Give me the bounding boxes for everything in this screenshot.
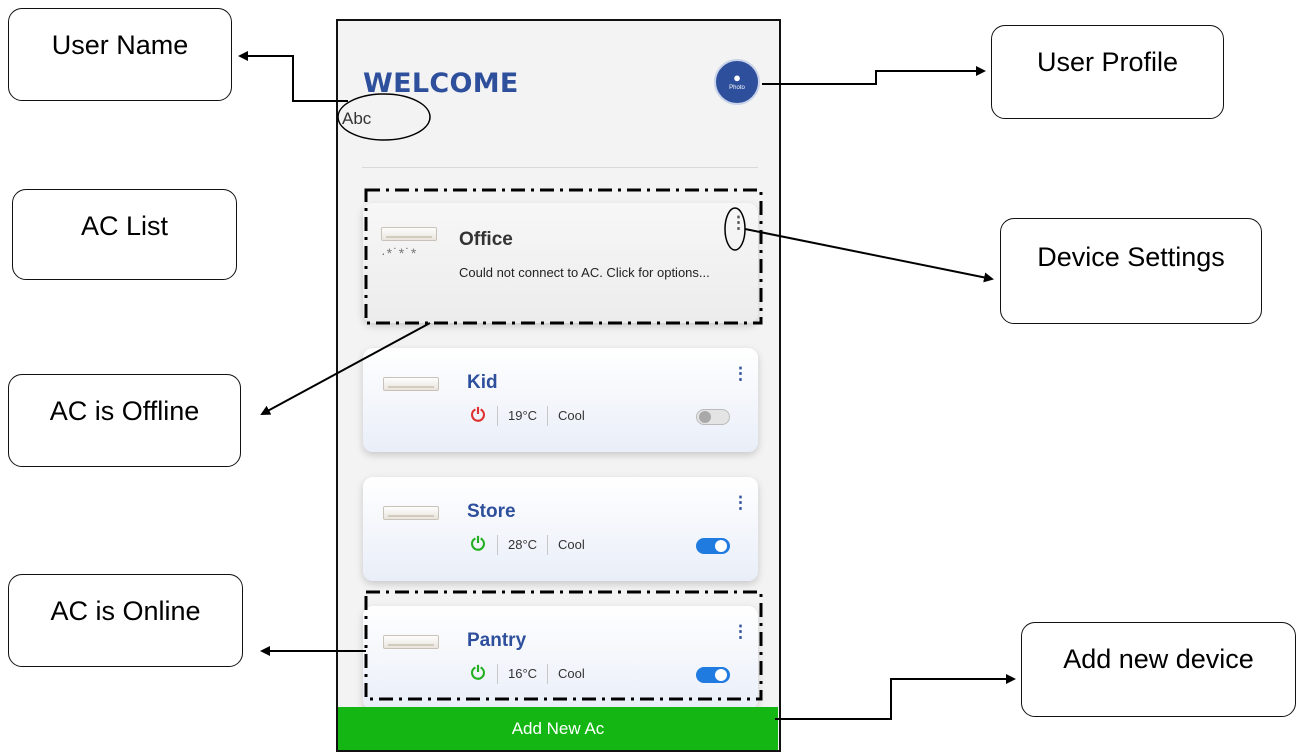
connector-ac-offline (260, 322, 431, 415)
annotation-overlay (238, 51, 1016, 720)
connector-add-new-device (775, 674, 1016, 720)
offline-highlight-box (364, 188, 763, 325)
connector-user-profile (762, 66, 986, 85)
username-highlight-ellipse (337, 93, 431, 141)
connector-user-name (238, 51, 348, 102)
online-highlight-box (364, 590, 763, 701)
connector-device-settings (744, 228, 994, 283)
settings-highlight-ellipse (724, 207, 746, 251)
